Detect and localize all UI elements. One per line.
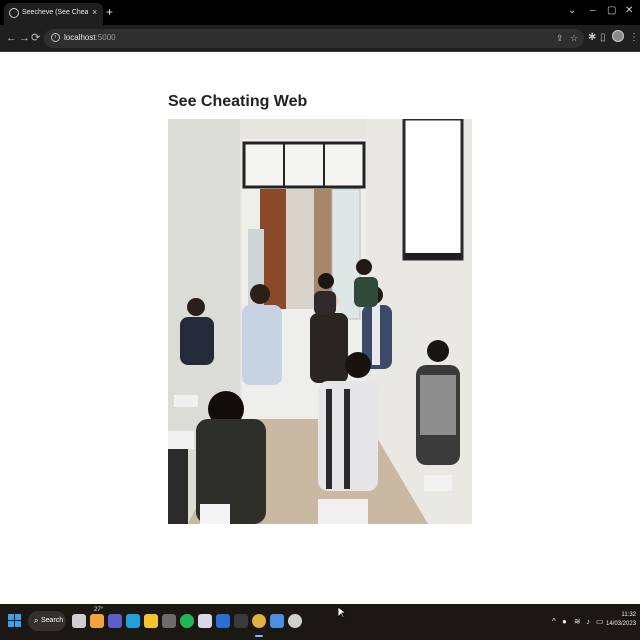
taskbar-search-label: Search	[41, 617, 64, 624]
teams-icon[interactable]	[108, 614, 122, 628]
extensions-icon[interactable]: ✱	[588, 31, 596, 45]
battery-icon[interactable]: ▭	[596, 616, 604, 628]
taskbar-clock[interactable]: 11:32 14/03/2023	[606, 611, 636, 629]
windows-taskbar: ⌕ Search 27° ^ ● ≋ ♪ ▭ 11:32 14/03/2023	[0, 604, 640, 640]
github-icon[interactable]	[288, 614, 302, 628]
chrome-icon[interactable]	[252, 614, 266, 628]
start-tile	[8, 614, 14, 620]
profile-avatar[interactable]	[612, 30, 624, 42]
classroom-photo-illustration	[168, 119, 472, 524]
page-title: See Cheating Web	[168, 93, 308, 110]
search-icon: ⌕	[34, 616, 39, 625]
taskbar-search[interactable]: ⌕ Search	[28, 611, 66, 631]
globe-icon	[9, 8, 19, 18]
windows-start-icon[interactable]	[8, 614, 22, 628]
weather-widget-icon[interactable]	[90, 614, 104, 628]
side-panel-icon[interactable]: ▯	[600, 31, 606, 45]
volume-icon[interactable]: ♪	[586, 616, 590, 628]
forward-button[interactable]: →	[19, 31, 30, 45]
reload-button[interactable]: ⟳	[31, 31, 40, 45]
url-host: localhost	[64, 33, 96, 42]
browser-tab-strip: Seecheve (See Cheating Web) × + ⌄ – ▢ ✕	[0, 0, 640, 25]
wifi-icon[interactable]: ≋	[574, 616, 581, 628]
menu-kebab-icon[interactable]: ⋮	[629, 31, 639, 45]
share-icon[interactable]: ⇪	[556, 32, 564, 44]
edge-icon[interactable]	[126, 614, 140, 628]
start-tile	[15, 621, 21, 627]
page-content: See Cheating Web	[0, 53, 640, 604]
classroom-camera-image	[168, 119, 472, 524]
clock-date: 14/03/2023	[606, 621, 637, 627]
browser-toolbar: ← → ⟳ i localhost:5000 ⇪ ☆ ✱ ▯ ⋮	[0, 25, 640, 52]
clock-time: 11:32	[621, 612, 636, 618]
start-tile	[8, 621, 14, 627]
browser-tab-active[interactable]: Seecheve (See Cheating Web) ×	[4, 3, 103, 25]
site-info-icon[interactable]: i	[51, 33, 60, 42]
word-icon[interactable]	[216, 614, 230, 628]
minimize-button[interactable]: –	[590, 4, 596, 18]
spotify-icon[interactable]	[180, 614, 194, 628]
tab-search-icon[interactable]: ⌄	[568, 4, 576, 18]
address-bar[interactable]: i localhost:5000 ⇪ ☆	[44, 29, 584, 48]
file-explorer-icon[interactable]	[144, 614, 158, 628]
new-tab-button[interactable]: +	[106, 5, 113, 19]
maximize-button[interactable]: ▢	[607, 4, 616, 18]
task-view-icon[interactable]	[72, 614, 86, 628]
calculator-icon[interactable]	[162, 614, 176, 628]
bookmark-star-icon[interactable]: ☆	[570, 32, 578, 44]
photos-icon[interactable]	[198, 614, 212, 628]
back-button[interactable]: ←	[6, 31, 17, 45]
weather-temperature: 27°	[94, 607, 104, 613]
start-tile	[15, 614, 21, 620]
close-window-button[interactable]: ✕	[625, 4, 633, 18]
editor-icon[interactable]	[270, 614, 284, 628]
address-url[interactable]: localhost:5000	[64, 32, 116, 44]
tab-title: Seecheve (See Cheating Web)	[22, 9, 88, 16]
chrome-active-indicator	[255, 635, 263, 637]
tab-close-icon[interactable]: ×	[92, 6, 97, 18]
terminal-icon[interactable]	[234, 614, 248, 628]
mouse-cursor-icon	[338, 607, 346, 619]
tray-overflow-icon[interactable]: ^	[552, 616, 556, 628]
url-port: :5000	[95, 33, 116, 42]
tray-app-icon[interactable]: ●	[562, 616, 567, 628]
